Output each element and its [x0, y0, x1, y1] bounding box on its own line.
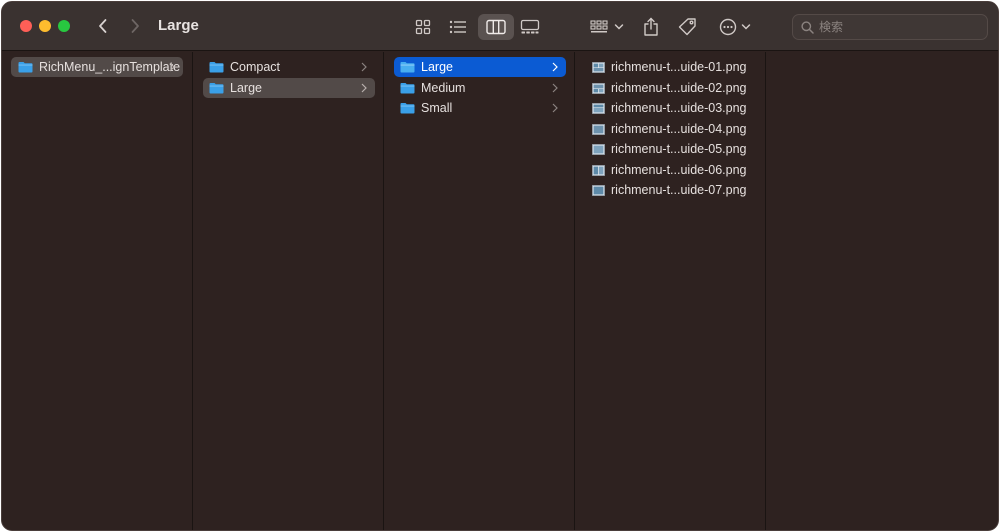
- browser-column-2[interactable]: Compact Large: [194, 52, 384, 530]
- window-title: Large: [158, 17, 199, 34]
- list-view-button[interactable]: [447, 14, 469, 40]
- zoom-window-button[interactable]: [58, 20, 70, 32]
- tag-icon: [678, 18, 696, 36]
- tags-button[interactable]: [676, 14, 700, 40]
- group-icon: [590, 20, 608, 33]
- folder-icon: [400, 62, 415, 73]
- more-actions-button[interactable]: [715, 14, 755, 40]
- search-icon: [801, 20, 814, 34]
- gallery-icon: [520, 19, 540, 34]
- chevron-down-icon: [614, 24, 624, 30]
- list-item-label: richmenu-t...uide-02.png: [611, 81, 747, 95]
- close-window-button[interactable]: [20, 20, 32, 32]
- list-item-label: Compact: [230, 60, 281, 74]
- list-item-medium[interactable]: Medium: [394, 78, 566, 98]
- list-item-label: RichMenu_...ignTemplate: [39, 60, 181, 74]
- list-item-label: Small: [421, 101, 453, 115]
- list-item-richmenu-template[interactable]: RichMenu_...ignTemplate: [11, 57, 183, 77]
- group-by-button[interactable]: [587, 14, 627, 40]
- column-view-button[interactable]: [478, 14, 514, 40]
- finder-window: Large 検索 RichMenu_...ignTemplate Compact…: [1, 1, 999, 531]
- ellipsis-circle-icon: [719, 18, 737, 36]
- list-item-label: richmenu-t...uide-07.png: [611, 183, 747, 197]
- chevron-down-icon: [741, 24, 751, 30]
- list-item-label: Medium: [421, 81, 466, 95]
- chevron-right-icon: [131, 19, 139, 33]
- chevron-right-icon: [552, 62, 558, 72]
- list-item-large[interactable]: Large: [394, 57, 566, 77]
- chevron-right-icon: [552, 83, 558, 93]
- image-file-icon: [592, 82, 605, 94]
- search-input[interactable]: [819, 20, 979, 34]
- share-icon: [644, 17, 658, 36]
- folder-icon: [209, 62, 224, 73]
- list-item-label: Large: [421, 60, 453, 74]
- list-item-label: richmenu-t...uide-03.png: [611, 101, 747, 115]
- chevron-right-icon: [169, 62, 175, 72]
- image-file-icon: [592, 102, 605, 114]
- chevron-left-icon: [99, 19, 107, 33]
- browser-column-1[interactable]: RichMenu_...ignTemplate: [2, 52, 193, 530]
- list-item-file[interactable]: richmenu-t...uide-01.png: [585, 57, 757, 77]
- list-item-label: richmenu-t...uide-05.png: [611, 142, 747, 156]
- list-item-label: Large: [230, 81, 262, 95]
- search-field[interactable]: [792, 14, 988, 40]
- icon-view-button[interactable]: [412, 14, 434, 40]
- folder-icon: [400, 83, 415, 94]
- list-item-file[interactable]: richmenu-t...uide-07.png: [585, 180, 757, 200]
- list-item-file[interactable]: richmenu-t...uide-06.png: [585, 160, 757, 180]
- forward-button[interactable]: [123, 14, 147, 38]
- browser-column-3[interactable]: Large Medium Small: [385, 52, 575, 530]
- list-item-file[interactable]: richmenu-t...uide-04.png: [585, 119, 757, 139]
- list-icon: [449, 20, 466, 34]
- minimize-window-button[interactable]: [39, 20, 51, 32]
- toolbar: Large: [2, 2, 998, 51]
- gallery-view-button[interactable]: [519, 14, 541, 40]
- browser-column-4[interactable]: richmenu-t...uide-01.png richmenu-t...ui…: [576, 52, 766, 530]
- folder-icon: [18, 62, 33, 73]
- image-file-icon: [592, 164, 605, 176]
- columns-icon: [486, 19, 506, 35]
- chevron-right-icon: [552, 103, 558, 113]
- chevron-right-icon: [361, 83, 367, 93]
- image-file-icon: [592, 143, 605, 155]
- list-item-compact[interactable]: Compact: [203, 57, 375, 77]
- list-item-label: richmenu-t...uide-01.png: [611, 60, 747, 74]
- folder-icon: [209, 83, 224, 94]
- list-item-label: richmenu-t...uide-06.png: [611, 163, 747, 177]
- list-item-file[interactable]: richmenu-t...uide-02.png: [585, 78, 757, 98]
- back-button[interactable]: [91, 14, 115, 38]
- folder-icon: [400, 103, 415, 114]
- list-item-large[interactable]: Large: [203, 78, 375, 98]
- list-item-label: richmenu-t...uide-04.png: [611, 122, 747, 136]
- grid-icon: [415, 19, 431, 35]
- browser-column-5[interactable]: [767, 52, 998, 530]
- list-item-file[interactable]: richmenu-t...uide-05.png: [585, 139, 757, 159]
- image-file-icon: [592, 184, 605, 196]
- list-item-file[interactable]: richmenu-t...uide-03.png: [585, 98, 757, 118]
- share-button[interactable]: [640, 14, 662, 40]
- image-file-icon: [592, 61, 605, 73]
- image-file-icon: [592, 123, 605, 135]
- list-item-small[interactable]: Small: [394, 98, 566, 118]
- chevron-right-icon: [361, 62, 367, 72]
